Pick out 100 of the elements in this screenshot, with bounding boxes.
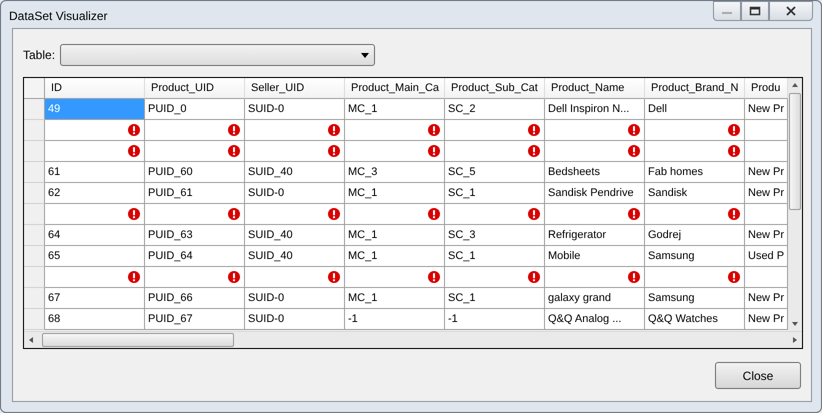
- table-cell: 68: [45, 309, 145, 330]
- table-cell: Sandisk Pendrive: [545, 183, 645, 204]
- table-cell: MC_1: [345, 288, 445, 309]
- header-corner[interactable]: [24, 78, 45, 99]
- table-cell: Samsung: [645, 246, 745, 267]
- table-cell: SUID_40: [245, 246, 345, 267]
- table-cell: PUID_64: [145, 246, 245, 267]
- table-cell: SC_2: [445, 99, 545, 120]
- error-icon: [228, 208, 240, 220]
- table-cell: Refrigerator: [545, 225, 645, 246]
- error-icon: [528, 208, 540, 220]
- table-cell: Godrej: [645, 225, 745, 246]
- table-cell: MC_3: [345, 162, 445, 183]
- error-icon: [728, 145, 740, 157]
- column-header[interactable]: Seller_UID: [245, 78, 345, 99]
- row-header[interactable]: [24, 225, 45, 246]
- table-cell: PUID_66: [145, 288, 245, 309]
- column-header[interactable]: Product_Brand_N: [645, 78, 745, 99]
- horizontal-scrollbar[interactable]: [24, 331, 802, 348]
- error-icon: [728, 124, 740, 136]
- row-header[interactable]: [24, 120, 45, 141]
- scroll-thumb[interactable]: [42, 333, 234, 347]
- table-cell: Q&Q Analog ...: [545, 309, 645, 330]
- table-cell: 61: [45, 162, 145, 183]
- close-button[interactable]: Close: [715, 362, 801, 389]
- caret-icon: [361, 52, 370, 58]
- table-cell: SC_5: [445, 162, 545, 183]
- column-header[interactable]: Product_Main_Ca: [345, 78, 445, 99]
- table-cell: 67: [45, 288, 145, 309]
- error-icon: [228, 124, 240, 136]
- table-cell: New Pr: [745, 225, 788, 246]
- error-icon: [328, 124, 340, 136]
- row-header[interactable]: [24, 267, 45, 288]
- error-icon: [228, 271, 240, 283]
- error-icon: [428, 124, 440, 136]
- row-header[interactable]: [24, 162, 45, 183]
- error-icon: [628, 124, 640, 136]
- error-icon: [628, 145, 640, 157]
- table-cell: Fab homes: [645, 162, 745, 183]
- scroll-thumb[interactable]: [789, 93, 801, 210]
- table-cell: Sandisk: [645, 183, 745, 204]
- table-cell: MC_1: [345, 225, 445, 246]
- column-header[interactable]: Product_Name: [545, 78, 645, 99]
- error-icon: [428, 145, 440, 157]
- column-header[interactable]: Product_UID: [145, 78, 245, 99]
- vertical-scrollbar[interactable]: [788, 78, 802, 331]
- row-header[interactable]: [24, 99, 45, 120]
- close-icon: [785, 6, 797, 16]
- row-header[interactable]: [24, 288, 45, 309]
- table-cell: Bedsheets: [545, 162, 645, 183]
- row-header[interactable]: [24, 204, 45, 225]
- error-icon: [328, 208, 340, 220]
- table-cell: 49: [45, 99, 145, 120]
- row-header[interactable]: [24, 141, 45, 162]
- column-header[interactable]: Product_Sub_Cat: [445, 78, 545, 99]
- table-cell: SUID-0: [245, 309, 345, 330]
- table-cell: SC_1: [445, 246, 545, 267]
- error-icon: [228, 145, 240, 157]
- table-cell: SC_1: [445, 183, 545, 204]
- table-cell: Q&Q Watches: [645, 309, 745, 330]
- column-header[interactable]: ID: [45, 78, 145, 99]
- table-cell: 65: [45, 246, 145, 267]
- column-header[interactable]: Produ: [745, 78, 788, 99]
- table-cell: New Pr: [745, 309, 788, 330]
- table-cell: PUID_60: [145, 162, 245, 183]
- table-cell: New Pr: [745, 288, 788, 309]
- table-label: Table:: [23, 48, 56, 62]
- table-cell: New Pr: [745, 99, 788, 120]
- error-icon: [528, 271, 540, 283]
- error-icon: [628, 271, 640, 283]
- row-header[interactable]: [24, 183, 45, 204]
- table-cell: SUID-0: [245, 99, 345, 120]
- table-cell: Mobile: [545, 246, 645, 267]
- table-cell: Samsung: [645, 288, 745, 309]
- maximize-button[interactable]: [741, 1, 769, 21]
- error-icon: [428, 208, 440, 220]
- row-header[interactable]: [24, 246, 45, 267]
- table-cell: PUID_67: [145, 309, 245, 330]
- error-icon: [128, 208, 140, 220]
- error-icon: [528, 145, 540, 157]
- error-icon: [128, 145, 140, 157]
- table-cell: SC_1: [445, 288, 545, 309]
- error-icon: [328, 145, 340, 157]
- table-dropdown[interactable]: [60, 44, 376, 66]
- table-cell: MC_1: [345, 99, 445, 120]
- error-icon: [628, 208, 640, 220]
- error-icon: [528, 124, 540, 136]
- close-button[interactable]: [769, 1, 813, 21]
- error-icon: [328, 271, 340, 283]
- maximize-icon: [749, 6, 761, 16]
- table-cell: New Pr: [745, 183, 788, 204]
- table-cell: -1: [445, 309, 545, 330]
- table-cell: Used P: [745, 246, 788, 267]
- table-cell: New Pr: [745, 162, 788, 183]
- error-icon: [728, 271, 740, 283]
- error-icon: [128, 271, 140, 283]
- table-cell: -1: [345, 309, 445, 330]
- table-cell: galaxy grand: [545, 288, 645, 309]
- table-cell: PUID_63: [145, 225, 245, 246]
- error-icon: [428, 271, 440, 283]
